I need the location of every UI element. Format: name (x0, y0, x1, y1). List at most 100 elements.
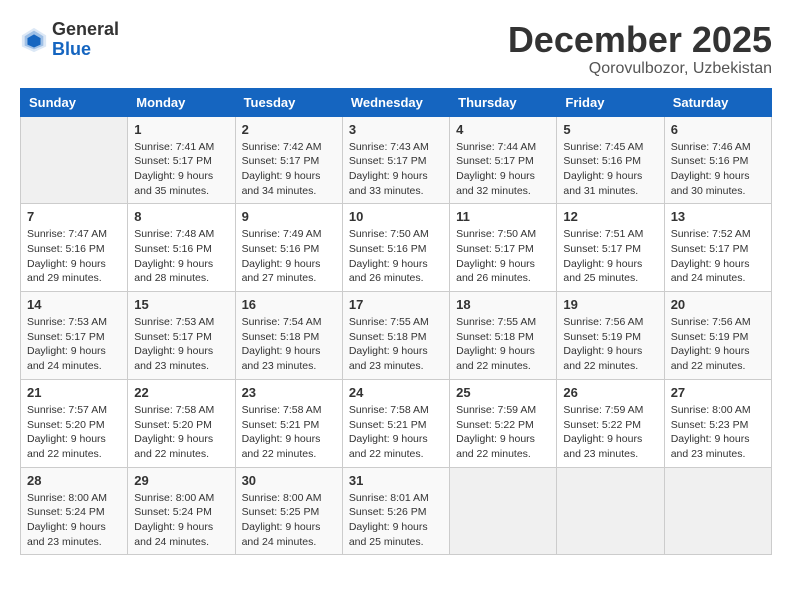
day-info: Sunrise: 7:58 AMSunset: 5:21 PMDaylight:… (349, 403, 443, 462)
day-number: 13 (671, 209, 765, 224)
day-info: Sunrise: 8:00 AMSunset: 5:24 PMDaylight:… (27, 491, 121, 550)
day-number: 1 (134, 122, 228, 137)
calendar-day-cell: 9 Sunrise: 7:49 AMSunset: 5:16 PMDaylight… (235, 204, 342, 292)
day-of-week-sunday: Sunday (21, 88, 128, 116)
day-info: Sunrise: 7:41 AMSunset: 5:17 PMDaylight:… (134, 140, 228, 199)
calendar-day-cell: 28 Sunrise: 8:00 AMSunset: 5:24 PMDayligh… (21, 467, 128, 555)
calendar-week-row: 7Sunrise: 7:47 AMSunset: 5:16 PMDaylight… (21, 204, 772, 292)
day-info: Sunrise: 7:55 AMSunset: 5:18 PMDaylight:… (349, 315, 443, 374)
day-info: Sunrise: 7:44 AMSunset: 5:17 PMDaylight:… (456, 140, 550, 199)
day-of-week-saturday: Saturday (664, 88, 771, 116)
title-block: December 2025 Qorovulbozor, Uzbekistan (508, 20, 772, 78)
day-number: 11 (456, 209, 550, 224)
day-number: 28 (27, 473, 121, 488)
day-info: Sunrise: 7:59 AMSunset: 5:22 PMDaylight:… (563, 403, 657, 462)
day-number: 3 (349, 122, 443, 137)
day-number: 29 (134, 473, 228, 488)
calendar-day-cell: 31 Sunrise: 8:01 AMSunset: 5:26 PMDayligh… (342, 467, 449, 555)
day-number: 30 (242, 473, 336, 488)
day-of-week-wednesday: Wednesday (342, 88, 449, 116)
calendar-week-row: 28 Sunrise: 8:00 AMSunset: 5:24 PMDayligh… (21, 467, 772, 555)
calendar-day-cell (450, 467, 557, 555)
day-info: Sunrise: 7:57 AMSunset: 5:20 PMDaylight:… (27, 403, 121, 462)
calendar-day-cell: 29 Sunrise: 8:00 AMSunset: 5:24 PMDayligh… (128, 467, 235, 555)
day-number: 27 (671, 385, 765, 400)
day-info: Sunrise: 7:43 AMSunset: 5:17 PMDaylight:… (349, 140, 443, 199)
calendar-day-cell: 20 Sunrise: 7:56 AMSunset: 5:19 PMDayligh… (664, 292, 771, 380)
day-info: Sunrise: 7:56 AMSunset: 5:19 PMDaylight:… (671, 315, 765, 374)
calendar-week-row: 1 Sunrise: 7:41 AMSunset: 5:17 PMDaylight… (21, 116, 772, 204)
location-subtitle: Qorovulbozor, Uzbekistan (508, 60, 772, 78)
day-number: 9 (242, 209, 336, 224)
calendar-week-row: 14 Sunrise: 7:53 AMSunset: 5:17 PMDayligh… (21, 292, 772, 380)
calendar-day-cell: 30Sunrise: 8:00 AMSunset: 5:25 PMDayligh… (235, 467, 342, 555)
calendar-day-cell: 23 Sunrise: 7:58 AMSunset: 5:21 PMDayligh… (235, 379, 342, 467)
calendar-day-cell: 11 Sunrise: 7:50 AMSunset: 5:17 PMDayligh… (450, 204, 557, 292)
calendar-day-cell (557, 467, 664, 555)
calendar-day-cell: 17 Sunrise: 7:55 AMSunset: 5:18 PMDayligh… (342, 292, 449, 380)
day-of-week-tuesday: Tuesday (235, 88, 342, 116)
calendar-day-cell: 25Sunrise: 7:59 AMSunset: 5:22 PMDayligh… (450, 379, 557, 467)
day-info: Sunrise: 7:53 AMSunset: 5:17 PMDaylight:… (134, 315, 228, 374)
day-number: 14 (27, 297, 121, 312)
day-number: 20 (671, 297, 765, 312)
calendar-week-row: 21 Sunrise: 7:57 AMSunset: 5:20 PMDayligh… (21, 379, 772, 467)
calendar-day-cell: 7Sunrise: 7:47 AMSunset: 5:16 PMDaylight… (21, 204, 128, 292)
day-info: Sunrise: 7:58 AMSunset: 5:21 PMDaylight:… (242, 403, 336, 462)
day-info: Sunrise: 7:58 AMSunset: 5:20 PMDaylight:… (134, 403, 228, 462)
day-of-week-thursday: Thursday (450, 88, 557, 116)
calendar-day-cell: 2Sunrise: 7:42 AMSunset: 5:17 PMDaylight… (235, 116, 342, 204)
page-header: General Blue December 2025 Qorovulbozor,… (20, 20, 772, 78)
day-number: 10 (349, 209, 443, 224)
day-number: 23 (242, 385, 336, 400)
day-info: Sunrise: 8:00 AMSunset: 5:23 PMDaylight:… (671, 403, 765, 462)
day-number: 19 (563, 297, 657, 312)
logo: General Blue (20, 20, 119, 60)
calendar-day-cell: 8Sunrise: 7:48 AMSunset: 5:16 PMDaylight… (128, 204, 235, 292)
day-number: 17 (349, 297, 443, 312)
calendar-day-cell: 24 Sunrise: 7:58 AMSunset: 5:21 PMDayligh… (342, 379, 449, 467)
logo-icon (20, 26, 48, 54)
calendar-day-cell: 16Sunrise: 7:54 AMSunset: 5:18 PMDayligh… (235, 292, 342, 380)
calendar-day-cell: 27 Sunrise: 8:00 AMSunset: 5:23 PMDayligh… (664, 379, 771, 467)
calendar-table: SundayMondayTuesdayWednesdayThursdayFrid… (20, 88, 772, 556)
day-number: 18 (456, 297, 550, 312)
day-info: Sunrise: 7:55 AMSunset: 5:18 PMDaylight:… (456, 315, 550, 374)
day-of-week-monday: Monday (128, 88, 235, 116)
day-number: 22 (134, 385, 228, 400)
day-of-week-friday: Friday (557, 88, 664, 116)
day-info: Sunrise: 7:50 AMSunset: 5:17 PMDaylight:… (456, 227, 550, 286)
calendar-day-cell: 10 Sunrise: 7:50 AMSunset: 5:16 PMDayligh… (342, 204, 449, 292)
calendar-day-cell: 19 Sunrise: 7:56 AMSunset: 5:19 PMDayligh… (557, 292, 664, 380)
day-number: 5 (563, 122, 657, 137)
calendar-day-cell: 4 Sunrise: 7:44 AMSunset: 5:17 PMDaylight… (450, 116, 557, 204)
day-number: 2 (242, 122, 336, 137)
calendar-day-cell: 18 Sunrise: 7:55 AMSunset: 5:18 PMDayligh… (450, 292, 557, 380)
day-info: Sunrise: 8:00 AMSunset: 5:24 PMDaylight:… (134, 491, 228, 550)
day-info: Sunrise: 7:50 AMSunset: 5:16 PMDaylight:… (349, 227, 443, 286)
day-info: Sunrise: 7:54 AMSunset: 5:18 PMDaylight:… (242, 315, 336, 374)
day-info: Sunrise: 7:45 AMSunset: 5:16 PMDaylight:… (563, 140, 657, 199)
day-info: Sunrise: 7:56 AMSunset: 5:19 PMDaylight:… (563, 315, 657, 374)
day-info: Sunrise: 7:59 AMSunset: 5:22 PMDaylight:… (456, 403, 550, 462)
day-number: 4 (456, 122, 550, 137)
day-info: Sunrise: 7:49 AMSunset: 5:16 PMDaylight:… (242, 227, 336, 286)
calendar-day-cell: 12Sunrise: 7:51 AMSunset: 5:17 PMDayligh… (557, 204, 664, 292)
calendar-day-cell: 15Sunrise: 7:53 AMSunset: 5:17 PMDayligh… (128, 292, 235, 380)
calendar-day-cell: 5 Sunrise: 7:45 AMSunset: 5:16 PMDaylight… (557, 116, 664, 204)
day-number: 6 (671, 122, 765, 137)
calendar-day-cell: 14Sunrise: 7:53 AMSunset: 5:17 PMDayligh… (21, 292, 128, 380)
day-number: 24 (349, 385, 443, 400)
calendar-day-cell (21, 116, 128, 204)
calendar-day-cell: 6 Sunrise: 7:46 AMSunset: 5:16 PMDaylight… (664, 116, 771, 204)
day-number: 21 (27, 385, 121, 400)
day-info: Sunrise: 7:46 AMSunset: 5:16 PMDaylight:… (671, 140, 765, 199)
day-info: Sunrise: 7:47 AMSunset: 5:16 PMDaylight:… (27, 227, 121, 286)
day-number: 8 (134, 209, 228, 224)
day-info: Sunrise: 8:01 AMSunset: 5:26 PMDaylight:… (349, 491, 443, 550)
day-number: 26 (563, 385, 657, 400)
calendar-day-cell: 21 Sunrise: 7:57 AMSunset: 5:20 PMDayligh… (21, 379, 128, 467)
day-info: Sunrise: 7:52 AMSunset: 5:17 PMDaylight:… (671, 227, 765, 286)
day-number: 31 (349, 473, 443, 488)
month-year-title: December 2025 (508, 20, 772, 60)
